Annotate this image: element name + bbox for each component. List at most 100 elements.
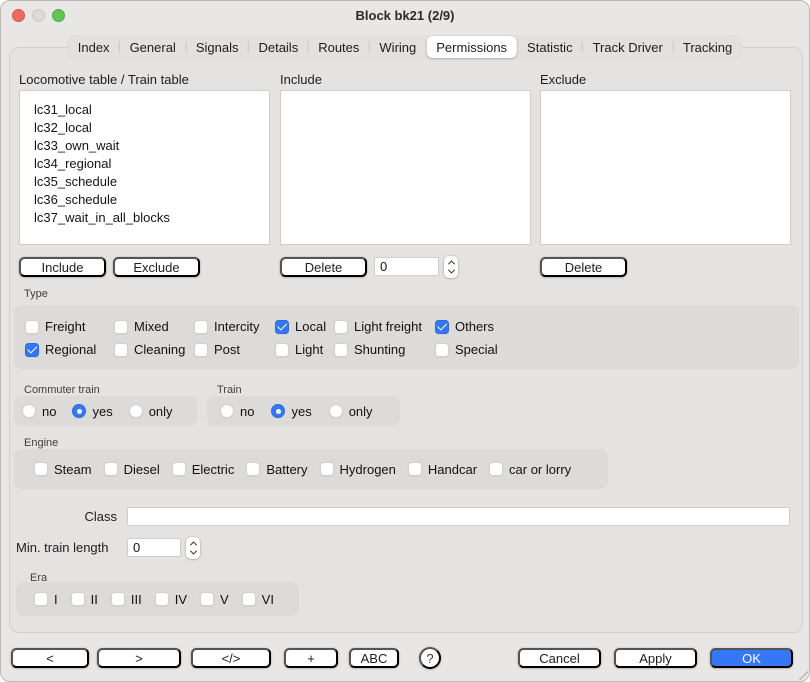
min-train-length-label: Min. train length — [16, 540, 109, 555]
checkbox-hydrogen[interactable]: Hydrogen — [320, 462, 396, 477]
era-group-box: I II III IV V VI — [16, 582, 299, 616]
radio-commuter-no[interactable]: no — [22, 404, 56, 419]
checkbox-intercity[interactable]: Intercity — [194, 319, 275, 334]
checkbox-era-2[interactable]: II — [71, 592, 98, 607]
checkbox-shunting[interactable]: Shunting — [334, 342, 435, 357]
tab-permissions[interactable]: Permissions — [426, 36, 517, 58]
checkbox-label: Handcar — [428, 462, 477, 477]
tab-signals[interactable]: Signals — [186, 36, 249, 58]
battery-checkbox-icon — [246, 462, 260, 476]
list-item[interactable]: lc32_local — [34, 119, 269, 137]
class-field[interactable] — [127, 507, 790, 526]
era-4-checkbox-icon — [155, 592, 169, 606]
checkbox-cleaning[interactable]: Cleaning — [114, 342, 194, 357]
tab-label: Statistic — [527, 40, 573, 55]
help-button[interactable]: ? — [419, 647, 441, 669]
checkbox-others[interactable]: Others — [435, 319, 793, 334]
tab-track-driver[interactable]: Track Driver — [583, 36, 673, 58]
tab-label: Wiring — [379, 40, 416, 55]
checkbox-light[interactable]: Light — [275, 342, 334, 357]
min-train-length-stepper[interactable] — [186, 537, 200, 559]
list-item[interactable]: lc36_schedule — [34, 191, 269, 209]
checkbox-label: Others — [455, 319, 494, 334]
checkbox-label: Regional — [45, 342, 96, 357]
locomotive-list[interactable]: lc31_local lc32_local lc33_own_wait lc34… — [19, 90, 270, 245]
resize-grip[interactable] — [796, 668, 808, 680]
forward-button[interactable]: > — [97, 648, 181, 668]
add-button[interactable]: + — [284, 648, 338, 668]
back-button[interactable]: < — [11, 648, 89, 668]
ok-button[interactable]: OK — [710, 648, 793, 668]
tab-label: Index — [78, 40, 110, 55]
include-delete-button[interactable]: Delete — [280, 257, 367, 277]
min-train-length-field[interactable] — [127, 538, 181, 557]
light-checkbox-icon — [275, 343, 289, 357]
include-list[interactable] — [280, 90, 531, 245]
radio-train-yes[interactable]: yes — [271, 404, 311, 419]
titlebar[interactable]: Block bk21 (2/9) — [1, 1, 809, 29]
shunting-checkbox-icon — [334, 343, 348, 357]
abc-button[interactable]: ABC — [349, 648, 399, 668]
radio-train-only[interactable]: only — [329, 404, 373, 419]
checkbox-light-freight[interactable]: Light freight — [334, 319, 435, 334]
checkbox-diesel[interactable]: Diesel — [104, 462, 160, 477]
checkbox-label: V — [220, 592, 229, 607]
list-item[interactable]: lc34_regional — [34, 155, 269, 173]
tab-general[interactable]: General — [120, 36, 186, 58]
checkbox-label: VI — [262, 592, 274, 607]
tab-label: Track Driver — [593, 40, 663, 55]
regional-checkbox-icon — [25, 343, 39, 357]
tab-statistic[interactable]: Statistic — [517, 36, 583, 58]
include-count-field[interactable] — [374, 257, 439, 276]
tab-details[interactable]: Details — [248, 36, 308, 58]
tab-label: General — [130, 40, 176, 55]
tab-label: Tracking — [683, 40, 732, 55]
exclude-delete-button[interactable]: Delete — [540, 257, 627, 277]
exclude-list-label: Exclude — [540, 72, 586, 87]
checkbox-regional[interactable]: Regional — [25, 342, 114, 357]
exclude-list[interactable] — [540, 90, 791, 245]
include-count-stepper[interactable] — [444, 256, 458, 278]
checkbox-electric[interactable]: Electric — [172, 462, 235, 477]
radio-label: no — [240, 404, 254, 419]
commuter-train-group-box: no yes only — [14, 396, 197, 426]
checkbox-label: Shunting — [354, 342, 405, 357]
checkbox-era-5[interactable]: V — [200, 592, 229, 607]
checkbox-handcar[interactable]: Handcar — [408, 462, 477, 477]
tab-routes[interactable]: Routes — [308, 36, 369, 58]
include-button[interactable]: Include — [19, 257, 106, 277]
tab-tracking[interactable]: Tracking — [673, 36, 742, 58]
engine-group-label: Engine — [24, 437, 58, 449]
checkbox-steam[interactable]: Steam — [34, 462, 92, 477]
radio-train-no[interactable]: no — [220, 404, 254, 419]
commuter-only-radio-icon — [129, 404, 143, 418]
checkbox-battery[interactable]: Battery — [246, 462, 307, 477]
radio-commuter-yes[interactable]: yes — [72, 404, 112, 419]
radio-commuter-only[interactable]: only — [129, 404, 173, 419]
checkbox-special[interactable]: Special — [435, 342, 793, 357]
cancel-button[interactable]: Cancel — [518, 648, 601, 668]
tab-index[interactable]: Index — [68, 36, 120, 58]
checkbox-label: Freight — [45, 319, 85, 334]
list-item[interactable]: lc35_schedule — [34, 173, 269, 191]
checkbox-mixed[interactable]: Mixed — [114, 319, 194, 334]
exclude-button[interactable]: Exclude — [113, 257, 200, 277]
train-only-radio-icon — [329, 404, 343, 418]
tab-wiring[interactable]: Wiring — [369, 36, 426, 58]
checkbox-label: Steam — [54, 462, 92, 477]
checkbox-era-3[interactable]: III — [111, 592, 142, 607]
stepper-down-icon[interactable] — [447, 267, 454, 274]
code-button[interactable]: </> — [191, 648, 271, 668]
stepper-down-icon[interactable] — [189, 548, 196, 555]
checkbox-car-or-lorry[interactable]: car or lorry — [489, 462, 571, 477]
checkbox-era-6[interactable]: VI — [242, 592, 274, 607]
list-item[interactable]: lc37_wait_in_all_blocks — [34, 209, 269, 227]
checkbox-era-4[interactable]: IV — [155, 592, 187, 607]
checkbox-post[interactable]: Post — [194, 342, 275, 357]
checkbox-local[interactable]: Local — [275, 319, 334, 334]
list-item[interactable]: lc31_local — [34, 101, 269, 119]
checkbox-era-1[interactable]: I — [34, 592, 58, 607]
apply-button[interactable]: Apply — [614, 648, 697, 668]
list-item[interactable]: lc33_own_wait — [34, 137, 269, 155]
checkbox-freight[interactable]: Freight — [25, 319, 114, 334]
